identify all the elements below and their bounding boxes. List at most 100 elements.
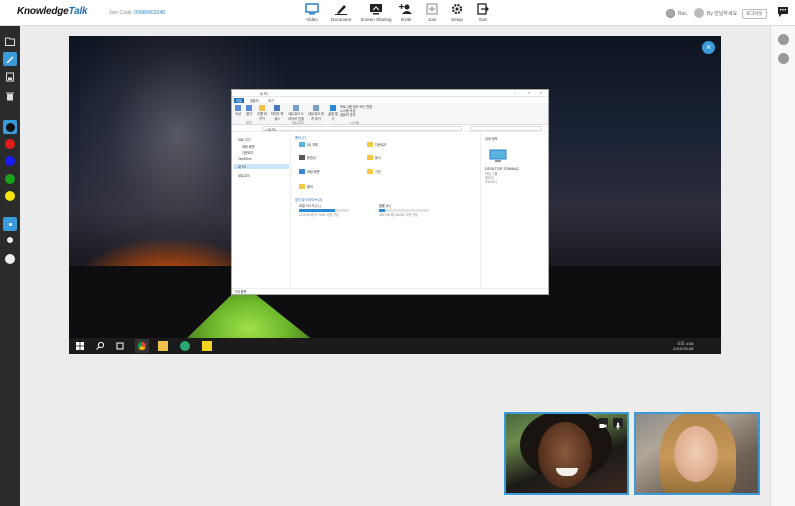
drives-header: 장치 및 드라이브 (2): [295, 198, 323, 202]
screen-sharing-button[interactable]: Screen Sharing: [359, 3, 393, 22]
folder-item[interactable]: 사진: [367, 169, 381, 174]
maximize-button[interactable]: □: [528, 91, 530, 95]
drive-item[interactable]: 볼륨 (D:) 390 GB 중 236GB 사용 가능: [379, 203, 429, 217]
chrome-icon: [138, 342, 146, 350]
record-icon: [666, 9, 675, 18]
avatar: [694, 8, 704, 18]
screen-share-icon: [370, 4, 382, 15]
folder-item[interactable]: 문서: [367, 155, 381, 160]
close-share-button[interactable]: ×: [702, 41, 715, 54]
user-profile[interactable]: By 만남하세요: [694, 8, 737, 18]
participant-face: [674, 426, 718, 482]
color-red[interactable]: [5, 139, 15, 149]
participant-avatar-icon[interactable]: [778, 53, 789, 64]
participant-avatar-icon[interactable]: [778, 34, 789, 45]
mic-toggle-button[interactable]: [613, 418, 623, 430]
explorer-titlebar: 내 PC – □ ×: [232, 90, 548, 97]
participant-video-self[interactable]: [504, 412, 629, 495]
close-window-button[interactable]: ×: [540, 91, 542, 95]
folder-item[interactable]: 동영상: [299, 155, 316, 160]
small-dot-icon: [8, 222, 12, 226]
drive-usage-bar: [299, 209, 335, 212]
drive-item[interactable]: 로컬 디스크 (C:) 23.0GB 중 87.5GB 사용 가능: [299, 203, 349, 217]
ribbon-item[interactable]: 미디어 액세스: [270, 105, 284, 121]
trash-icon: [6, 92, 14, 101]
save-icon: [6, 72, 14, 82]
pen-tool-button[interactable]: [3, 52, 17, 66]
ribbon-item[interactable]: 네트워크 위치 추가: [308, 105, 324, 121]
ribbon-item[interactable]: 이름 바꾸기: [256, 105, 268, 121]
black-swatch: [5, 122, 15, 132]
ribbon-item[interactable]: 속성: [235, 105, 241, 116]
folder-item[interactable]: 다운로드: [367, 142, 387, 147]
details-title: 상세 정보: [485, 137, 498, 141]
monitor-icon: [305, 3, 319, 15]
brush-size-large[interactable]: [5, 254, 15, 264]
ribbon-system-list[interactable]: 프로그램 제거 또는 변경 시스템 속성 컴퓨터 관리: [340, 105, 372, 117]
ribbon-item[interactable]: 설정 열기: [328, 105, 338, 121]
brush-size-small-selected[interactable]: [3, 217, 17, 231]
folder-item[interactable]: 바탕 화면: [299, 169, 320, 174]
color-black-selected[interactable]: [3, 120, 17, 134]
minimize-button[interactable]: –: [514, 91, 516, 95]
chat-icon[interactable]: [777, 6, 789, 18]
folder-item[interactable]: 3D 개체: [299, 142, 318, 147]
folder-icon: [5, 37, 15, 46]
windows-taskbar: 오후 4:06 2019-05-08: [69, 338, 721, 354]
nav-item[interactable]: OneDrive: [238, 157, 251, 161]
color-yellow[interactable]: [5, 191, 15, 201]
details-pane: 상세 정보 DESKTOP-7D9584Q 작업 그룹 메모리 프로세서: [480, 133, 548, 288]
computer-icon: [489, 149, 507, 162]
logout-button[interactable]: 로그아웃: [742, 9, 767, 19]
search-icon[interactable]: [95, 341, 105, 351]
camera-toggle-button[interactable]: [598, 418, 608, 428]
ribbon-item[interactable]: 네트워크 드라이브 연결: [288, 105, 304, 121]
file-explorer-window: 내 PC – □ × 파일 컴퓨터 보기 속성 열기 이름 바꾸기 미디어 액세…: [231, 89, 549, 295]
pencil-icon: [6, 56, 14, 64]
participant-face: [538, 422, 592, 488]
open-folder-button[interactable]: [3, 34, 17, 48]
document-button[interactable]: Document: [326, 3, 356, 22]
address-bar[interactable]: > 내 PC: [262, 126, 462, 132]
color-blue[interactable]: [5, 156, 15, 166]
app-icon[interactable]: [180, 341, 190, 351]
pc-name: DESKTOP-7D9584Q: [485, 167, 519, 171]
participant-video-remote[interactable]: [634, 412, 760, 495]
address-bar-row: > 내 PC: [232, 125, 548, 132]
brush-size-medium[interactable]: [7, 237, 13, 243]
nav-item[interactable]: 다운로드: [242, 150, 254, 155]
pc-info: 작업 그룹 메모리 프로세서: [485, 172, 498, 184]
chrome-taskbar-button[interactable]: [135, 339, 149, 353]
file-explorer-icon[interactable]: [158, 341, 168, 351]
nav-item-this-pc[interactable]: 내 PC: [234, 164, 289, 169]
task-view-icon[interactable]: [115, 341, 125, 351]
trash-button[interactable]: [3, 89, 17, 103]
participants-sidebar: [770, 26, 795, 506]
content-pane: 폴더 (7) 3D 개체 다운로드 동영상 문서 바탕 화면 사진 음악 장치 …: [293, 133, 479, 288]
folder-item[interactable]: 음악: [299, 184, 313, 189]
drive-usage-bar: [379, 209, 385, 212]
video-button[interactable]: Video: [297, 3, 327, 22]
save-button[interactable]: [3, 70, 17, 84]
exit-icon: [477, 3, 489, 15]
add-user-icon: [399, 4, 412, 14]
windows-start-icon[interactable]: [75, 341, 85, 351]
drawing-toolbar: [0, 26, 20, 506]
nav-item[interactable]: 바로 가기: [238, 137, 251, 142]
join-icon: [426, 3, 438, 15]
record-button[interactable]: Rec.: [666, 9, 688, 18]
exit-button[interactable]: Exit: [468, 3, 498, 22]
camera-icon: [599, 424, 607, 428]
shared-screen: × 내 PC – □ × 파일 컴퓨터 보기 속성 열기 이름 바꾸기 미디어 …: [69, 36, 721, 354]
nav-item[interactable]: 네트워크: [238, 173, 250, 178]
navigation-pane: 바로 가기 바탕 화면 다운로드 OneDrive 내 PC 네트워크: [232, 133, 291, 288]
search-box[interactable]: [470, 126, 542, 131]
top-header: KnowledgeTalk Join Code: 05065661048 Vid…: [0, 0, 795, 26]
ribbon-item[interactable]: 열기: [246, 105, 252, 116]
color-green[interactable]: [5, 174, 15, 184]
sticky-notes-icon[interactable]: [202, 341, 212, 351]
explorer-title: 내 PC: [260, 92, 269, 96]
folders-header: 폴더 (7): [295, 136, 306, 140]
microphone-icon: [615, 422, 621, 430]
nav-item[interactable]: 바탕 화면: [242, 144, 255, 149]
